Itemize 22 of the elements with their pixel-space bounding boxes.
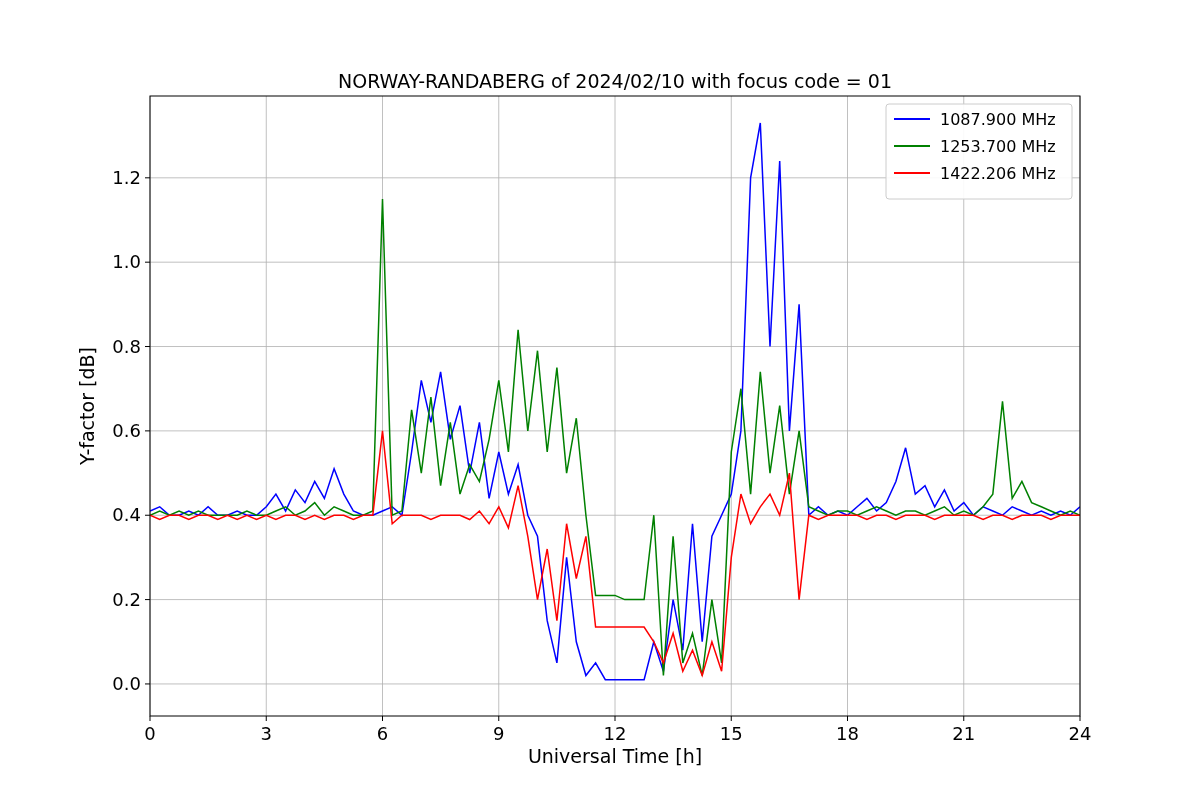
- tick-label: 0.4: [112, 504, 141, 526]
- axis-title: Universal Time [h]: [527, 745, 703, 767]
- tick-label: 3: [260, 723, 272, 744]
- tick-label: 0.0: [112, 672, 141, 694]
- tick-label: 1.0: [112, 251, 141, 273]
- tick-label: 0.6: [112, 419, 141, 441]
- tick-label: 0.2: [112, 588, 141, 610]
- legend-label: 1422.206 MHz: [940, 164, 1056, 183]
- legend-label: 1253.700 MHz: [940, 137, 1056, 156]
- tick-label: 24: [1068, 723, 1092, 744]
- legend-label: 1087.900 MHz: [940, 110, 1056, 129]
- tick-label: 6: [376, 723, 389, 744]
- tick-label: 21: [952, 723, 976, 744]
- tick-label: 18: [836, 723, 859, 744]
- tick-label: 9: [493, 723, 505, 744]
- axis-title: Y-factor [dB]: [76, 347, 98, 465]
- tick-label: 0.8: [112, 335, 141, 357]
- chart-title: NORWAY-RANDABERG of 2024/02/10 with focus code = 01: [338, 70, 892, 92]
- tick-label: 0: [144, 723, 156, 744]
- tick-label: 1.2: [112, 166, 141, 188]
- tick-label: 12: [603, 723, 627, 744]
- tick-label: 15: [719, 723, 743, 744]
